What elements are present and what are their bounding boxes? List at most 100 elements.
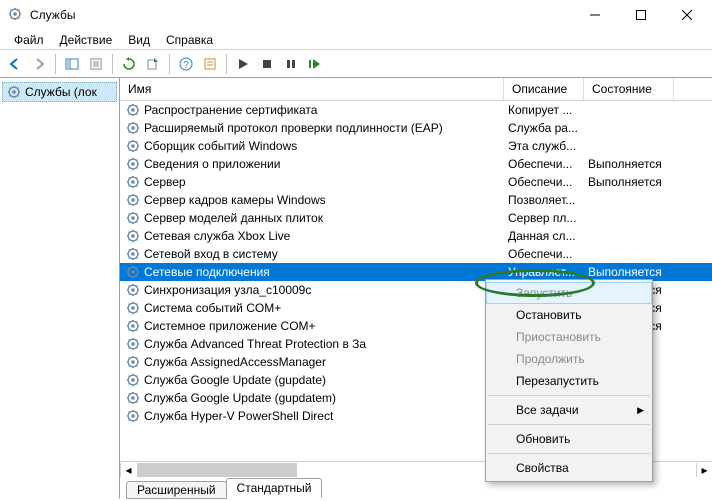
body: Службы (лок Имя Описание Состояние Распр… — [0, 78, 712, 499]
gear-icon — [126, 175, 140, 189]
toolbar: ? — [0, 50, 712, 78]
col-state[interactable]: Состояние — [584, 78, 674, 100]
start-service-button[interactable] — [232, 53, 254, 75]
service-name: Сервер моделей данных плиток — [144, 211, 323, 225]
gear-icon — [126, 139, 140, 153]
ctx-resume[interactable]: Продолжить — [486, 348, 652, 370]
gear-icon — [126, 301, 140, 315]
service-desc: Сервер пл... — [504, 211, 584, 225]
gear-icon — [126, 103, 140, 117]
menu-view[interactable]: Вид — [120, 31, 158, 49]
gear-icon — [126, 157, 140, 171]
ctx-refresh[interactable]: Обновить — [486, 428, 652, 450]
ctx-pause[interactable]: Приостановить — [486, 326, 652, 348]
service-row[interactable]: Сетевой вход в систему Обеспечи... — [120, 245, 712, 263]
gear-icon — [126, 319, 140, 333]
gear-icon — [126, 265, 140, 279]
menu-help[interactable]: Справка — [158, 31, 221, 49]
gear-icon — [126, 409, 140, 423]
tree-root-services[interactable]: Службы (лок — [2, 82, 117, 102]
service-row[interactable]: Сведения о приложенииОбеспечи...Выполняе… — [120, 155, 712, 173]
gear-icon — [126, 373, 140, 387]
service-row[interactable]: Сервер кадров камеры Windows Позволяет... — [120, 191, 712, 209]
service-name: Служба Google Update (gupdate) — [144, 373, 326, 387]
tab-extended[interactable]: Расширенный — [126, 481, 227, 499]
forward-button[interactable] — [28, 53, 50, 75]
service-name: Сервер кадров камеры Windows — [144, 193, 326, 207]
gear-icon — [126, 193, 140, 207]
menu-action[interactable]: Действие — [52, 31, 121, 49]
maximize-button[interactable] — [618, 0, 664, 30]
service-row[interactable]: Сборщик событий Windows Эта служб... — [120, 137, 712, 155]
props2-button[interactable] — [199, 53, 221, 75]
pause-service-button[interactable] — [280, 53, 302, 75]
service-row[interactable]: Сервер Обеспечи...Выполняется — [120, 173, 712, 191]
restart-service-button[interactable] — [304, 53, 326, 75]
service-name: Служба Advanced Threat Protection в За — [144, 337, 366, 351]
service-name: Служба AssignedAccessManager — [144, 355, 326, 369]
service-name: Сервер — [144, 175, 186, 189]
menu-file[interactable]: Файл — [6, 31, 52, 49]
service-row[interactable]: Сетевая служба Xbox Live Данная сл... — [120, 227, 712, 245]
context-menu: Запустить Остановить Приостановить Продо… — [485, 279, 653, 482]
gear-icon — [126, 121, 140, 135]
service-row[interactable]: Расширяемый протокол проверки подлинност… — [120, 119, 712, 137]
service-desc: Обеспечи... — [504, 157, 584, 171]
service-name: Служба Google Update (gupdatem) — [144, 391, 336, 405]
service-name: Служба Hyper-V PowerShell Direct — [144, 409, 333, 423]
service-row[interactable]: Распространение сертификата Копирует ... — [120, 101, 712, 119]
titlebar: Службы — [0, 0, 712, 30]
ctx-all-tasks[interactable]: Все задачи▶ — [486, 399, 652, 421]
tree-pane: Службы (лок — [0, 78, 120, 499]
app-icon — [8, 7, 24, 23]
stop-service-button[interactable] — [256, 53, 278, 75]
service-desc: Позволяет... — [504, 193, 584, 207]
list-pane: Имя Описание Состояние Распространение с… — [120, 78, 712, 499]
service-desc: Обеспечи... — [504, 175, 584, 189]
gear-icon — [126, 247, 140, 261]
gear-icon — [126, 229, 140, 243]
help-button[interactable]: ? — [175, 53, 197, 75]
gear-icon — [126, 211, 140, 225]
service-state: Выполняется — [584, 157, 674, 171]
service-state: Выполняется — [584, 265, 674, 279]
service-desc: Обеспечи... — [504, 247, 584, 261]
tree-root-label: Службы (лок — [25, 85, 97, 99]
export-button[interactable] — [142, 53, 164, 75]
window-title: Службы — [30, 8, 572, 22]
ctx-restart[interactable]: Перезапустить — [486, 370, 652, 392]
column-headers: Имя Описание Состояние — [120, 78, 712, 101]
service-name: Сборщик событий Windows — [144, 139, 297, 153]
refresh-button[interactable] — [118, 53, 140, 75]
service-desc: Служба ра... — [504, 121, 584, 135]
service-state: Выполняется — [584, 175, 674, 189]
service-name: Сетевой вход в систему — [144, 247, 278, 261]
service-name: Сетевая служба Xbox Live — [144, 229, 290, 243]
col-name[interactable]: Имя — [120, 78, 504, 100]
ctx-stop[interactable]: Остановить — [486, 304, 652, 326]
service-name: Системное приложение COM+ — [144, 319, 316, 333]
service-desc: Копирует ... — [504, 103, 584, 117]
tab-standard[interactable]: Стандартный — [226, 478, 323, 498]
minimize-button[interactable] — [572, 0, 618, 30]
service-desc: Данная сл... — [504, 229, 584, 243]
properties-button[interactable] — [85, 53, 107, 75]
gear-icon — [126, 391, 140, 405]
back-button[interactable] — [4, 53, 26, 75]
gear-icon — [126, 283, 140, 297]
show-hide-tree-button[interactable] — [61, 53, 83, 75]
ctx-start[interactable]: Запустить — [486, 282, 652, 304]
service-desc: Управляет... — [504, 265, 584, 279]
service-name: Синхронизация узла_c10009c — [144, 283, 311, 297]
service-name: Сетевые подключения — [144, 265, 270, 279]
service-name: Система событий COM+ — [144, 301, 281, 315]
service-desc: Эта служб... — [504, 139, 584, 153]
col-desc[interactable]: Описание — [504, 78, 584, 100]
service-name: Распространение сертификата — [144, 103, 317, 117]
svg-text:?: ? — [183, 60, 189, 71]
close-button[interactable] — [664, 0, 710, 30]
ctx-properties[interactable]: Свойства — [486, 457, 652, 479]
menubar: Файл Действие Вид Справка — [0, 30, 712, 50]
service-row[interactable]: Сервер моделей данных плиток Сервер пл... — [120, 209, 712, 227]
gear-icon — [126, 355, 140, 369]
